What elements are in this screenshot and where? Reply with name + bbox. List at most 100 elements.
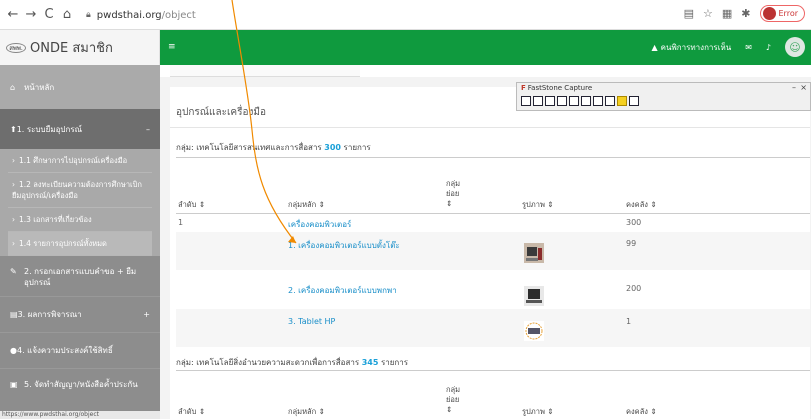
desktop-computer-image [524,243,544,263]
puzzle-icon[interactable]: ✱ [741,7,750,20]
faststone-title-text: FastStone Capture [527,84,593,92]
sidebar-item-contract[interactable]: ▣ 5. จัดทำสัญญา/หนังสือค้ำประกัน [0,369,160,390]
col-header-label: ย่อย [446,189,460,198]
main-content: อุปกรณ์และเครื่องมือ กลุ่ม: เทคโนโลยีสาร… [160,65,811,419]
sidebar: ⌂ หน้าหลัก ⬆1. ระบบยืมอุปกรณ์ – › 1.1 ศึก… [0,65,160,419]
sidebar-subitem-label: 1.1 ศึกษาการไปอุปกรณ์เครื่องมือ [19,156,128,165]
sidebar-subitem-all-equipment[interactable]: › 1.4 รายการอุปกรณ์ทั้งหมด [8,232,152,256]
sort-icon: ⇕ [446,405,453,414]
faststone-title: F FastStone Capture [521,84,592,92]
cell-remaining: 1 [626,317,632,326]
col-header-sub-group[interactable]: กลุ่ม ย่อย ⇕ [446,385,460,415]
forward-icon[interactable]: → [22,6,40,24]
col-header-order[interactable]: ลำดับ ⇕ [178,407,205,417]
sidebar-item-request-form[interactable]: ✎ 2. กรอกเอกสารแบบคำขอ + ยืมอุปกรณ์ [0,256,160,297]
menu-toggle-icon[interactable]: ≡ [168,42,176,52]
user-menu[interactable]: ▲ คนพิการทางการเห็น [652,41,732,54]
page-title: อุปกรณ์และเครื่องมือ [176,107,266,118]
collapse-icon: – [146,124,150,134]
group-title-prefix: กลุ่ม: เทคโนโลยีสิ่งอำนวยความสะดวกเพื่อก… [176,358,360,367]
home-icon: ⌂ [10,82,16,92]
sidebar-subitem-register[interactable]: › 1.2 ลงทะเบียนความต้องการศึกษาเบิกยืมอุป… [8,173,152,208]
col-header-main-group[interactable]: กลุ่มหลัก ⇕ [288,407,325,417]
sidebar-submenu: › 1.1 ศึกษาการไปอุปกรณ์เครื่องมือ › 1.2 ลง… [0,149,160,256]
col-header-label: ย่อย [446,395,460,404]
browser-actions: ▤ ☆ ▦ ✱ Error [684,5,805,22]
brand[interactable]: สพพ. ONDE สมาชิก [0,30,160,65]
col-header-sub-group[interactable]: กลุ่ม ย่อย ⇕ [446,179,460,209]
upload-icon: ⬆ [10,124,17,134]
col-header-remaining[interactable]: คงคลัง ⇕ [626,200,657,210]
group-title-suffix: รายการ [380,358,409,367]
browser-toolbar: ← → C ⌂ 🔒︎ pwdsthai.org/object ▤ ☆ ▦ ✱ E… [0,0,811,30]
sidebar-item-borrow-system[interactable]: ⬆1. ระบบยืมอุปกรณ์ – [0,109,160,149]
sidebar-item-home[interactable]: ⌂ หน้าหลัก [0,65,160,109]
reload-icon[interactable]: C [40,6,58,24]
profile-error-button[interactable]: Error [759,5,805,22]
status-bar-url: https://www.pwdsthai.org/object [0,411,160,419]
group-count: 345 [361,358,379,367]
home-icon[interactable]: ⌂ [58,6,76,24]
capture-object-icon[interactable] [533,96,543,106]
col-header-image[interactable]: รูปภาพ ⇕ [522,407,554,417]
sidebar-subitem-study[interactable]: › 1.1 ศึกษาการไปอุปกรณ์เครื่องมือ [8,149,152,173]
capture-scroll-icon[interactable] [581,96,591,106]
faststone-tools [521,96,639,106]
avatar[interactable]: ☺ [785,37,805,57]
top-strip [160,65,811,77]
profile-avatar [762,7,776,20]
extension-icon[interactable]: ▦ [722,7,732,20]
sidebar-item-results[interactable]: ▤3. ผลการพิจารณา + [0,297,160,333]
group-title-assistive: กลุ่ม: เทคโนโลยีสิ่งอำนวยความสะดวกเพื่อก… [176,356,408,369]
sidebar-subitem-documents[interactable]: › 1.3 เอกสารที่เกี่ยวข้อง [8,208,152,232]
table-row-link[interactable]: 3. Tablet HP [288,317,335,326]
col-header-order[interactable]: ลำดับ ⇕ [178,200,205,210]
capture-rect-icon[interactable] [545,96,555,106]
sidebar-subitem-label: 1.4 รายการอุปกรณ์ทั้งหมด [19,239,107,248]
group-title-suffix: รายการ [343,143,371,152]
settings-icon[interactable] [629,96,639,106]
document-icon: ▤ [10,310,18,319]
table-row-link[interactable]: เครื่องคอมพิวเตอร์ [288,218,351,231]
col-header-remaining[interactable]: คงคลัง ⇕ [626,407,657,417]
contract-icon: ▣ [10,380,18,389]
table-row [176,309,810,347]
output-icon[interactable] [617,96,627,106]
group-title-prefix: กลุ่ม: เทคโนโลยีสารสนเทศและการสื่อสาร [176,143,322,152]
cell-remaining: 200 [626,284,642,293]
capture-freehand-icon[interactable] [557,96,567,106]
sidebar-item-claim-right[interactable]: ●4. แจ้งความประสงค์ใช้สิทธิ์ [0,333,160,369]
faststone-capture-toolbar[interactable]: F FastStone Capture – × [516,82,811,111]
capture-window-icon[interactable] [521,96,531,106]
group-count: 300 [324,143,341,152]
brand-title: ONDE สมาชิก [30,41,113,56]
lock-icon: 🔒︎ [86,10,91,20]
notifications-icon[interactable]: ♪ [766,43,771,52]
close-icon[interactable]: × [800,83,807,92]
expand-icon: + [143,310,150,319]
col-header-main-group[interactable]: กลุ่มหลัก ⇕ [288,200,325,210]
minimize-icon[interactable]: – [792,83,796,92]
messages-icon[interactable]: ✉ [745,43,752,52]
star-icon[interactable]: ☆ [703,7,713,20]
sidebar-item-label: หน้าหลัก [24,82,55,92]
table-row-link[interactable]: 2. เครื่องคอมพิวเตอร์แบบพกพา [288,284,397,297]
capture-fixed-icon[interactable] [593,96,603,106]
translate-icon[interactable]: ▤ [684,7,694,20]
cell-remaining: 99 [626,239,637,248]
capture-fullscreen-icon[interactable] [569,96,579,106]
app-header: สพพ. ONDE สมาชิก ≡ ▲ คนพิการทางการเห็น ✉… [0,30,811,65]
edit-icon: ✎ [10,267,17,276]
address-bar[interactable]: 🔒︎ pwdsthai.org/object [86,6,706,24]
table-row-link[interactable]: 1. เครื่องคอมพิวเตอร์แบบตั้งโต๊ะ [288,239,400,252]
group-title-it: กลุ่ม: เทคโนโลยีสารสนเทศและการสื่อสาร 30… [176,141,371,154]
back-icon[interactable]: ← [4,6,22,24]
cell-order: 1 [178,218,184,227]
sidebar-subitem-label: 1.2 ลงทะเบียนความต้องการศึกษาเบิกยืมอุปก… [12,180,142,200]
header-right: ▲ คนพิการทางการเห็น ✉ ♪ ☺ [652,37,805,57]
col-header-image[interactable]: รูปภาพ ⇕ [522,200,554,210]
sidebar-item-label: 1. ระบบยืมอุปกรณ์ [16,124,83,134]
url-domain: pwdsthai.org [96,9,162,21]
capture-video-icon[interactable] [605,96,615,106]
sidebar-subitem-label: 1.3 เอกสารที่เกี่ยวข้อง [19,215,92,224]
